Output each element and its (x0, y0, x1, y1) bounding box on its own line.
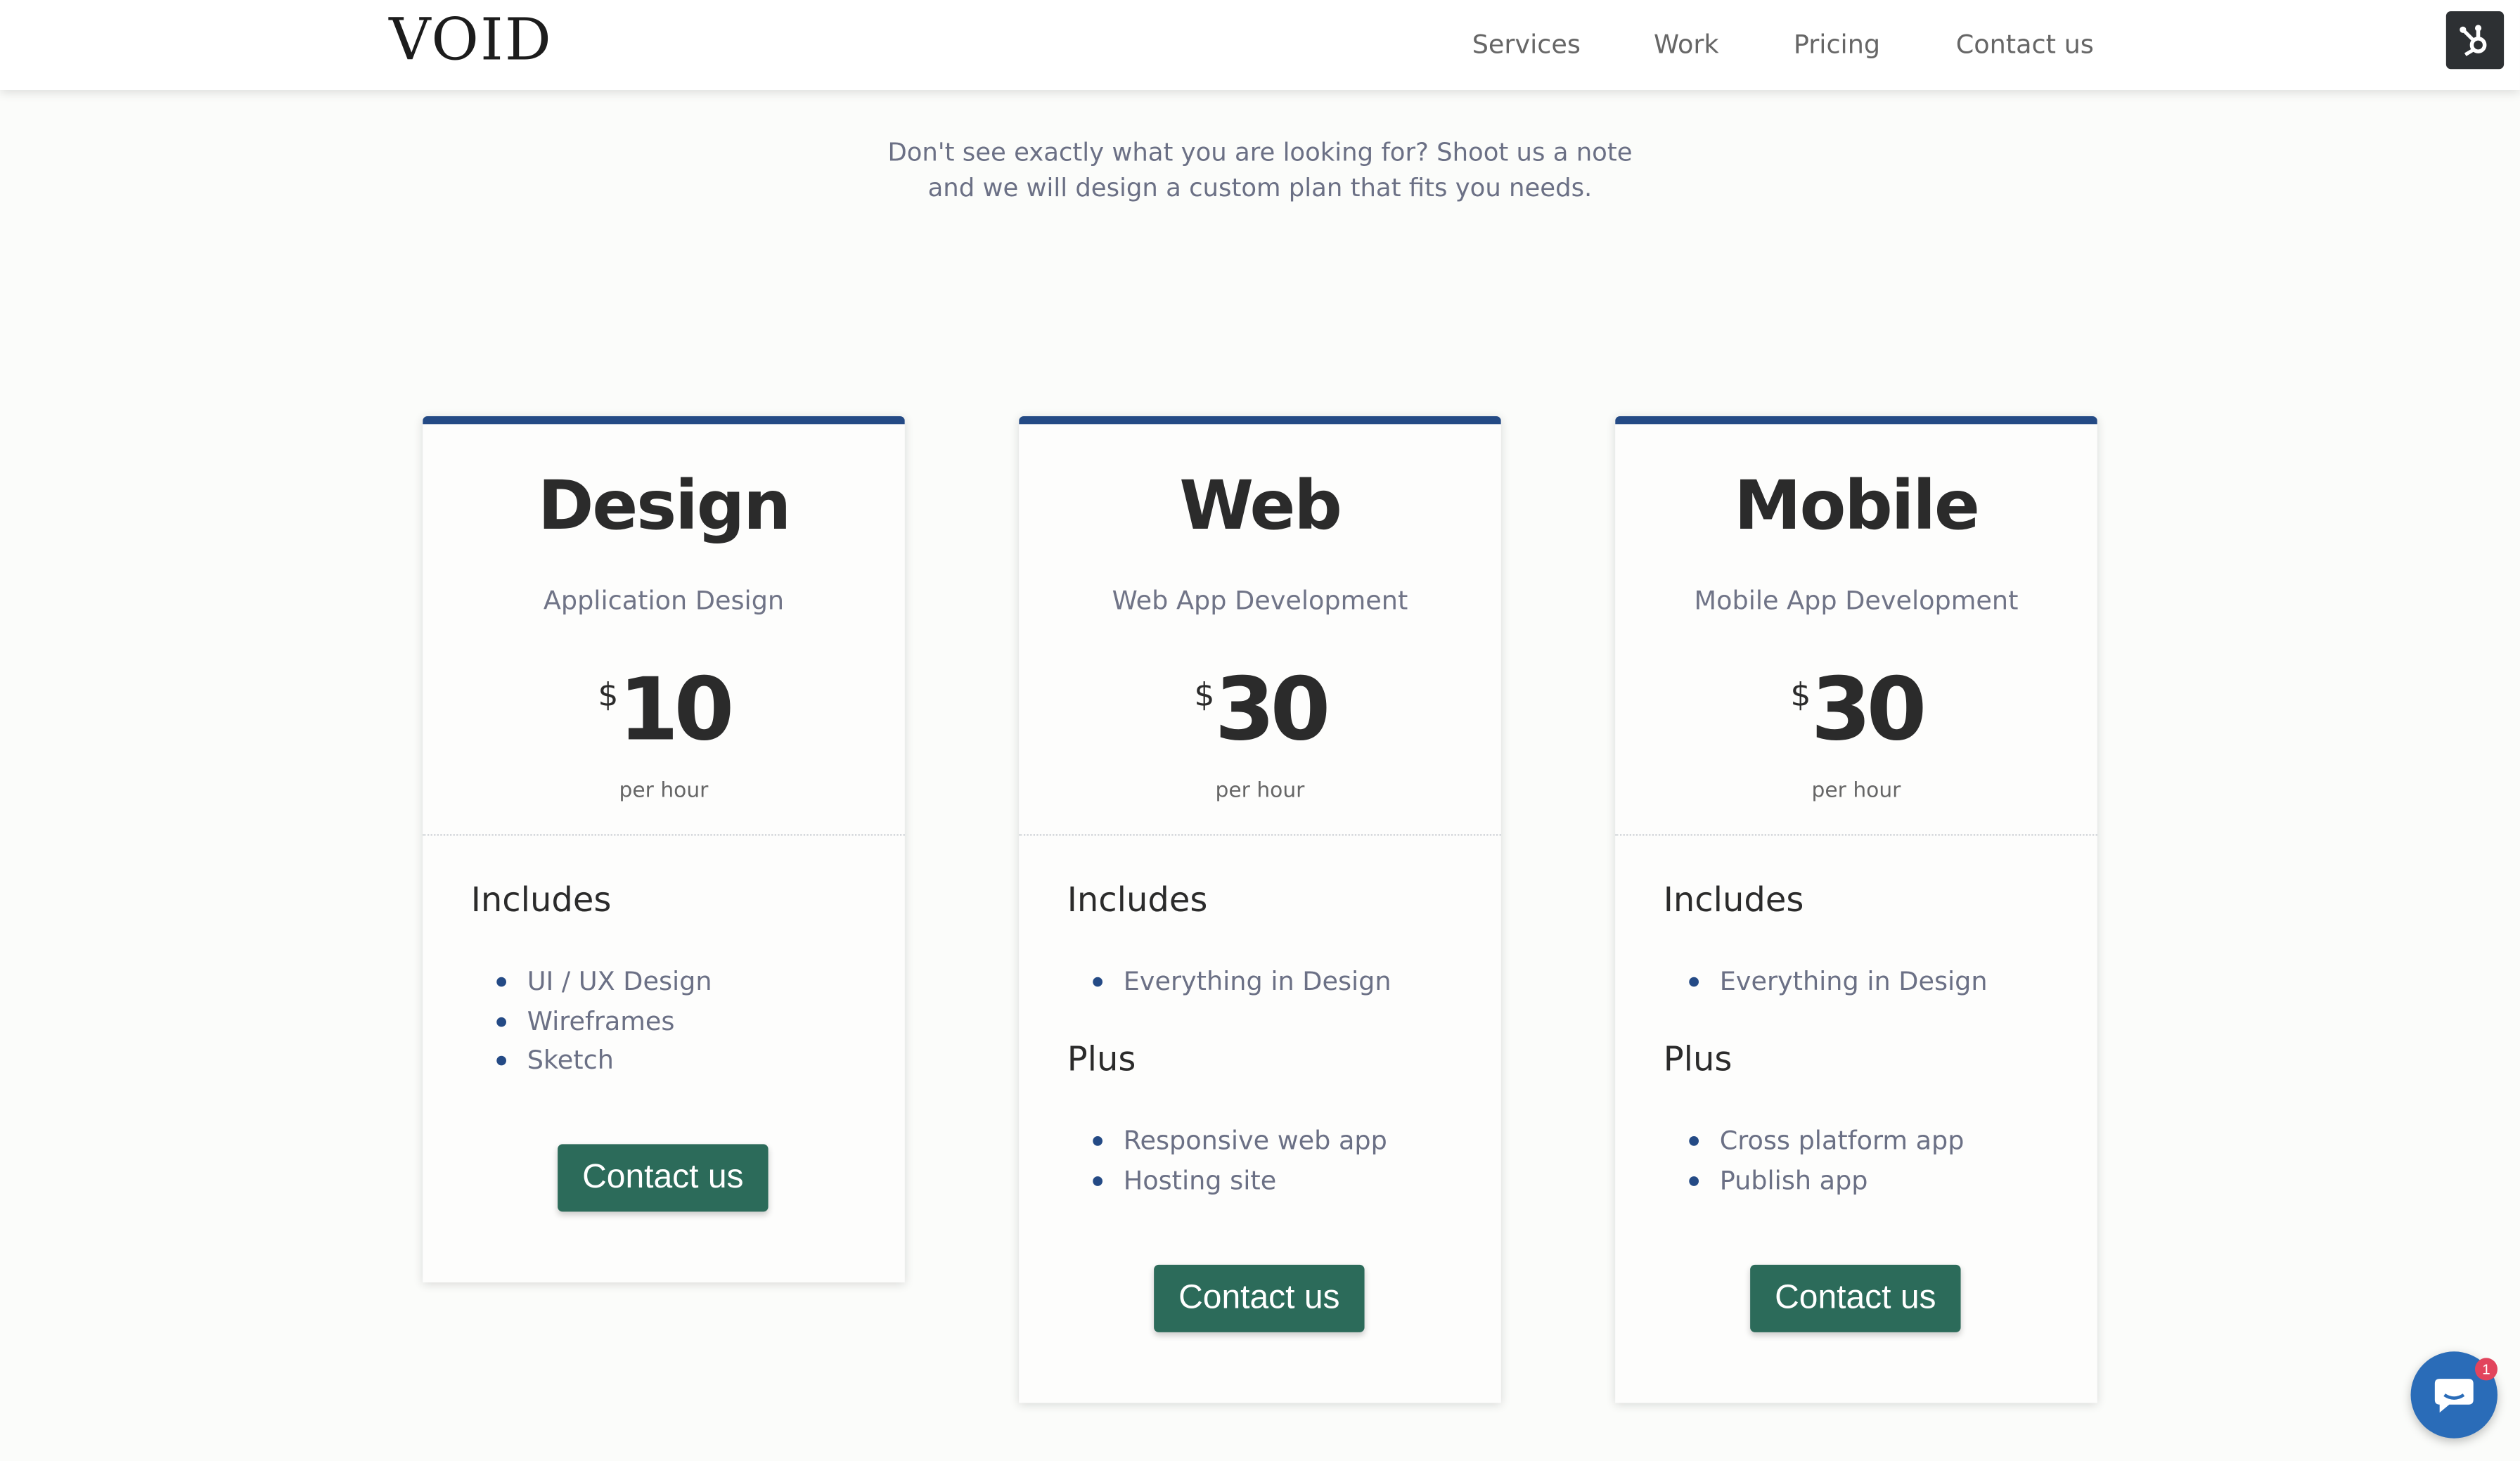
chat-bubble-icon (2434, 1379, 2474, 1413)
card-title: Web (1179, 465, 1342, 545)
card-subtitle: Web App Development (1112, 584, 1408, 616)
pricing-card-design: Design Application Design $10 per hour I… (423, 416, 905, 1282)
card-price: $10 (423, 662, 905, 780)
includes-list: Everything in Design (1093, 963, 1391, 1002)
card-price: $30 (1019, 662, 1501, 780)
contact-us-button-mobile[interactable]: Contact us (1750, 1264, 1961, 1332)
includes-list: UI / UX Design Wireframes Sketch (496, 963, 712, 1081)
plus-list: Responsive web app Hosting site (1093, 1121, 1387, 1200)
price-period: per hour (1811, 779, 1901, 804)
includes-heading: Includes (470, 880, 612, 920)
price-amount: 30 (1811, 659, 1927, 761)
plus-heading: Plus (1663, 1039, 1732, 1079)
plus-heading: Plus (1067, 1039, 1136, 1079)
includes-heading: Includes (1067, 880, 1208, 920)
plus-list: Cross platform app Publish app (1689, 1121, 1965, 1200)
intro-line-2: and we will design a custom plan that fi… (927, 173, 1593, 202)
card-title: Design (537, 465, 791, 545)
card-divider (1019, 834, 1501, 836)
price-currency: $ (1194, 674, 1215, 714)
card-divider (423, 834, 905, 836)
card-subtitle: Application Design (543, 584, 785, 616)
list-item: Hosting site (1093, 1161, 1387, 1200)
list-item: Publish app (1689, 1161, 1965, 1200)
main-nav: Services Work Pricing Contact us (0, 27, 2520, 63)
includes-heading: Includes (1663, 880, 1804, 920)
list-item: Wireframes (496, 1002, 712, 1041)
hubspot-button[interactable] (2445, 11, 2505, 70)
intro-text: Don't see exactly what you are looking f… (778, 135, 1742, 206)
contact-us-button-web[interactable]: Contact us (1154, 1264, 1365, 1332)
nav-link-services[interactable]: Services (1472, 27, 1581, 63)
price-period: per hour (619, 779, 709, 804)
card-title: Mobile (1734, 465, 1980, 545)
pricing-page: VOID Services Work Pricing Contact us Do… (0, 0, 2520, 1461)
price-currency: $ (598, 674, 619, 714)
list-item: Responsive web app (1093, 1121, 1387, 1161)
card-subtitle: Mobile App Development (1694, 584, 2019, 616)
contact-us-button-design[interactable]: Contact us (558, 1144, 769, 1212)
card-price: $30 (1615, 662, 2097, 780)
hubspot-sprocket-icon (2460, 25, 2487, 56)
list-item: Everything in Design (1689, 963, 1988, 1002)
nav-link-contact[interactable]: Contact us (1956, 27, 2094, 63)
list-item: Sketch (496, 1041, 712, 1081)
card-divider (1615, 834, 2097, 836)
price-period: per hour (1215, 779, 1305, 804)
list-item: UI / UX Design (496, 963, 712, 1002)
price-amount: 10 (618, 659, 734, 761)
list-item: Cross platform app (1689, 1121, 1964, 1161)
list-item: Everything in Design (1093, 963, 1391, 1002)
nav-link-pricing[interactable]: Pricing (1794, 27, 1880, 63)
chat-notification-badge: 1 (2474, 1358, 2498, 1381)
includes-list: Everything in Design (1689, 963, 1988, 1002)
nav-link-work[interactable]: Work (1654, 27, 1719, 63)
price-amount: 30 (1214, 659, 1330, 761)
pricing-card-mobile: Mobile Mobile App Development $30 per ho… (1615, 416, 2097, 1403)
intro-line-1: Don't see exactly what you are looking f… (887, 138, 1633, 167)
pricing-card-web: Web Web App Development $30 per hour Inc… (1019, 416, 1501, 1403)
site-header: VOID Services Work Pricing Contact us (0, 0, 2520, 90)
price-currency: $ (1790, 674, 1811, 714)
